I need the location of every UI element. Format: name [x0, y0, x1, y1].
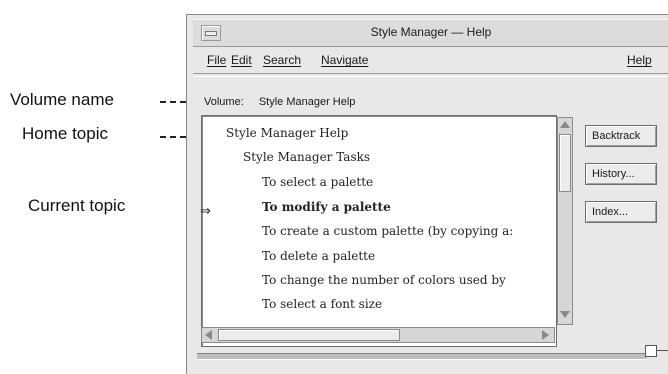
current-topic-arrow-icon: ⇒	[200, 203, 211, 218]
scroll-left-icon[interactable]	[205, 330, 212, 340]
pane-separator	[197, 353, 647, 360]
scroll-up-icon[interactable]	[560, 121, 570, 128]
topic-select-font-size[interactable]: To select a font size	[262, 297, 382, 311]
backtrack-button[interactable]: Backtrack	[585, 125, 657, 147]
scroll-right-icon[interactable]	[542, 330, 549, 340]
topic-change-colors[interactable]: To change the number of colors used by	[262, 273, 506, 287]
topic-delete-palette[interactable]: To delete a palette	[262, 249, 375, 263]
current-topic-annotation: Current topic	[28, 196, 126, 215]
volume-name-annotation: Volume name	[10, 90, 114, 109]
window-title: Style Manager — Help	[370, 25, 492, 39]
volume-label: Volume:	[204, 96, 244, 108]
vertical-scroll-thumb[interactable]	[559, 134, 571, 192]
volume-line: Volume: Style Manager Help	[204, 96, 355, 108]
pane-sash[interactable]	[645, 345, 657, 357]
history-button[interactable]: History...	[585, 163, 657, 185]
topic-modify-palette[interactable]: To modify a palette	[262, 200, 391, 214]
menu-bar: File Edit Search Navigate Help	[193, 47, 668, 71]
menu-edit[interactable]: Edit	[231, 53, 252, 67]
topic-tasks[interactable]: Style Manager Tasks	[243, 150, 370, 164]
pane-sash-line	[656, 350, 668, 351]
topic-create-custom-palette[interactable]: To create a custom palette (by copying a…	[262, 224, 513, 238]
volume-name: Style Manager Help	[258, 96, 356, 108]
menu-separator	[193, 73, 668, 77]
index-button[interactable]: Index...	[585, 201, 657, 223]
menu-navigate[interactable]: Navigate	[321, 53, 368, 67]
menu-search[interactable]: Search	[263, 53, 301, 67]
horizontal-scrollbar[interactable]	[201, 327, 555, 343]
topic-select-palette[interactable]: To select a palette	[262, 175, 373, 189]
scroll-down-icon[interactable]	[560, 311, 570, 318]
help-window: Style Manager — Help File Edit Search Na…	[186, 14, 668, 374]
menu-file[interactable]: File	[207, 53, 226, 67]
home-topic-annotation: Home topic	[22, 124, 108, 143]
menu-help[interactable]: Help	[627, 53, 652, 67]
horizontal-scroll-thumb[interactable]	[218, 329, 400, 341]
topic-home[interactable]: Style Manager Help	[226, 126, 348, 140]
vertical-scrollbar[interactable]	[557, 117, 573, 325]
title-bar[interactable]: Style Manager — Help	[193, 19, 668, 47]
topic-hierarchy: Style Manager Help Style Manager Tasks T…	[201, 115, 557, 347]
